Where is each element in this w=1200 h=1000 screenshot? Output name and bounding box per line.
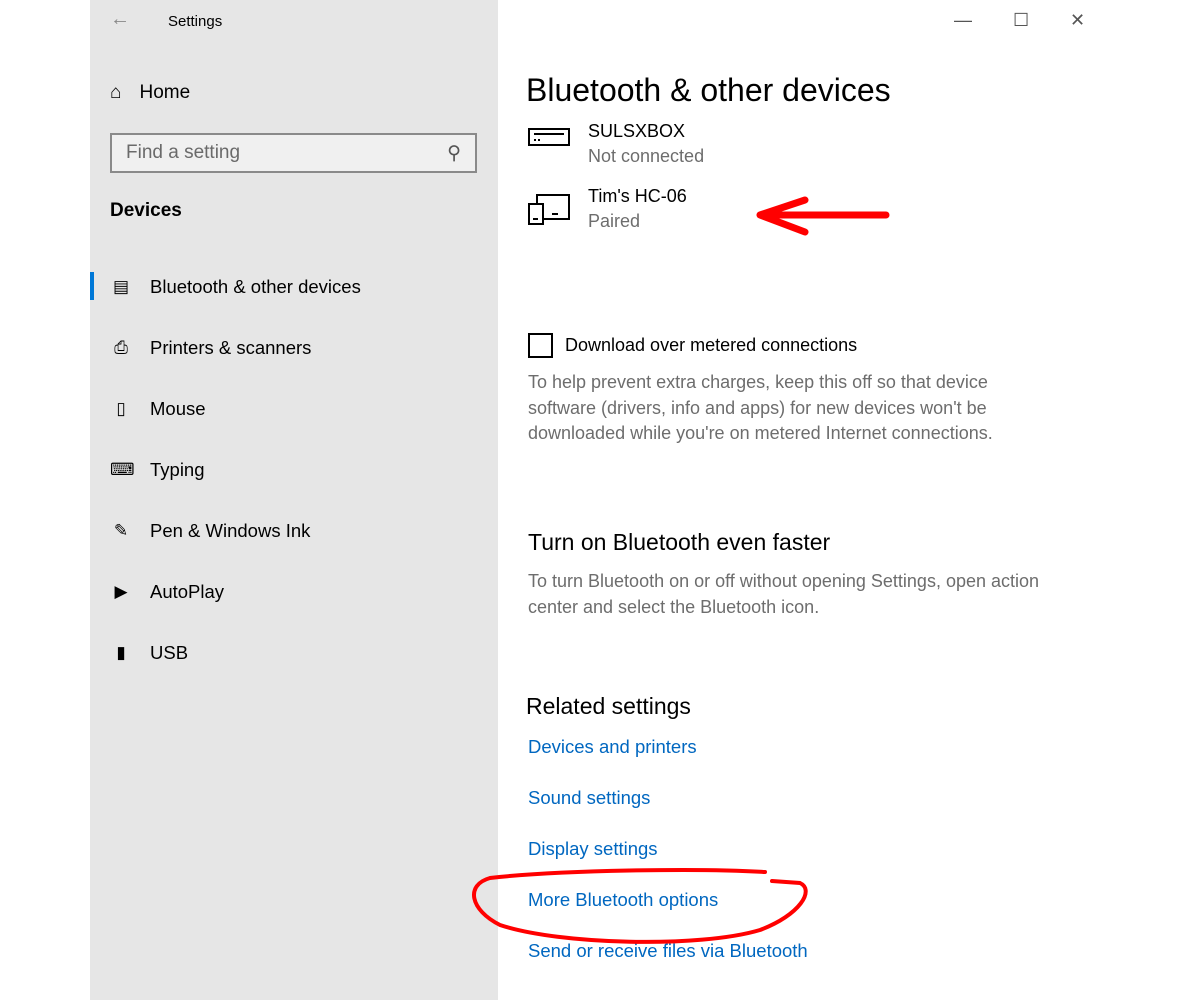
link-display-settings[interactable]: Display settings: [528, 838, 658, 860]
bluetooth-devices-icon: ▤: [112, 276, 130, 296]
main-content: Bluetooth & other devices SULSXBOX Not co…: [498, 0, 1200, 1000]
metered-description: To help prevent extra charges, keep this…: [528, 372, 993, 443]
sidebar-item-label: Mouse: [150, 397, 206, 419]
link-send-receive-files[interactable]: Send or receive files via Bluetooth: [528, 940, 808, 962]
link-devices-printers[interactable]: Devices and printers: [528, 736, 697, 758]
page-title: Bluetooth & other devices: [526, 72, 891, 108]
faster-description: To turn Bluetooth on or off without open…: [528, 571, 1040, 617]
section-title: Devices: [110, 200, 182, 221]
device-status: Paired: [588, 211, 641, 231]
usb-icon: ▮: [116, 642, 126, 662]
devices-icon: [528, 194, 570, 225]
sidebar-item-label: USB: [150, 641, 189, 663]
sidebar-item-label: AutoPlay: [150, 580, 225, 602]
home-icon: ⌂: [110, 82, 122, 103]
sidebar-item-usb[interactable]: ▮ USB: [90, 622, 498, 683]
link-sound-settings[interactable]: Sound settings: [528, 787, 650, 809]
sidebar-item-home[interactable]: ⌂ Home: [110, 82, 190, 104]
sidebar-item-label: Typing: [150, 458, 205, 480]
app-title: Settings: [168, 13, 223, 30]
home-label: Home: [139, 82, 191, 103]
search-box[interactable]: ⚲: [110, 133, 477, 173]
autoplay-icon: ▶: [114, 581, 128, 601]
sidebar-item-label: Pen & Windows Ink: [150, 519, 311, 541]
search-input[interactable]: [126, 142, 426, 164]
sidebar-item-typing[interactable]: ⌨ Typing: [90, 439, 498, 500]
search-icon[interactable]: ⚲: [447, 142, 461, 165]
mouse-icon: ▯: [116, 398, 126, 418]
device-name: Tim's HC-06: [588, 186, 687, 206]
metered-checkbox[interactable]: Download over metered connections: [528, 333, 857, 358]
keyboard-icon: ⌨: [110, 459, 135, 479]
sidebar-item-autoplay[interactable]: ▶ AutoPlay: [90, 561, 498, 622]
sidebar-item-bluetooth[interactable]: ▤ Bluetooth & other devices: [90, 256, 498, 317]
related-heading: Related settings: [526, 693, 691, 719]
faster-heading: Turn on Bluetooth even faster: [528, 529, 831, 555]
sidebar-item-label: Printers & scanners: [150, 336, 312, 358]
sidebar-item-mouse[interactable]: ▯ Mouse: [90, 378, 498, 439]
device-item[interactable]: Tim's HC-06 Paired: [528, 186, 687, 232]
checkbox-box[interactable]: [528, 333, 553, 358]
pen-icon: ✎: [113, 520, 129, 540]
device-list: SULSXBOX Not connected Tim's HC-06 Paired: [528, 118, 1128, 248]
device-item[interactable]: SULSXBOX Not connected: [528, 121, 704, 167]
link-more-bluetooth-options[interactable]: More Bluetooth options: [528, 889, 718, 911]
checkbox-label: Download over metered connections: [565, 335, 858, 355]
device-status: Not connected: [588, 146, 705, 166]
sidebar-item-pen[interactable]: ✎ Pen & Windows Ink: [90, 500, 498, 561]
sidebar: ← Settings ⌂ Home ⚲ Devices ▤ Bluetooth &…: [90, 0, 498, 1000]
console-icon: [528, 128, 570, 146]
device-name: SULSXBOX: [588, 121, 686, 141]
printer-icon: ⎙: [114, 337, 128, 357]
sidebar-item-label: Bluetooth & other devices: [150, 275, 361, 297]
sidebar-nav: ▤ Bluetooth & other devices ⎙ Printers & s…: [90, 256, 498, 683]
back-arrow-icon[interactable]: ←: [110, 8, 130, 31]
sidebar-item-printers[interactable]: ⎙ Printers & scanners: [90, 317, 498, 378]
